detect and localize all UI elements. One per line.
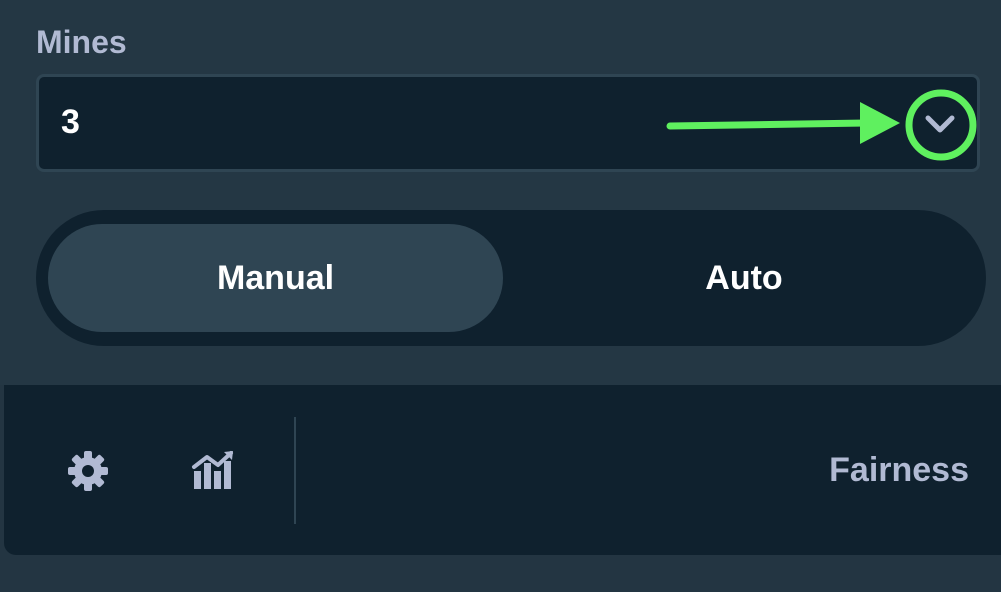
footer-divider [294,417,296,524]
footer-bar: Fairness [4,385,1001,555]
gear-icon[interactable] [66,449,110,493]
game-panel: Mines 3 Manual Auto Fairness [0,0,1001,592]
mines-label: Mines [36,24,127,60]
mines-select-value: 3 [61,103,80,141]
mode-toggle: Manual Auto [36,210,986,346]
tab-manual[interactable]: Manual [48,224,503,332]
chevron-down-icon[interactable] [904,92,976,156]
stats-icon[interactable] [190,449,234,493]
mines-select[interactable]: 3 [36,74,980,172]
fairness-link[interactable]: Fairness [829,451,969,490]
tab-auto[interactable]: Auto [514,224,974,332]
bet-controls: Mines 3 Manual Auto [0,0,1001,385]
